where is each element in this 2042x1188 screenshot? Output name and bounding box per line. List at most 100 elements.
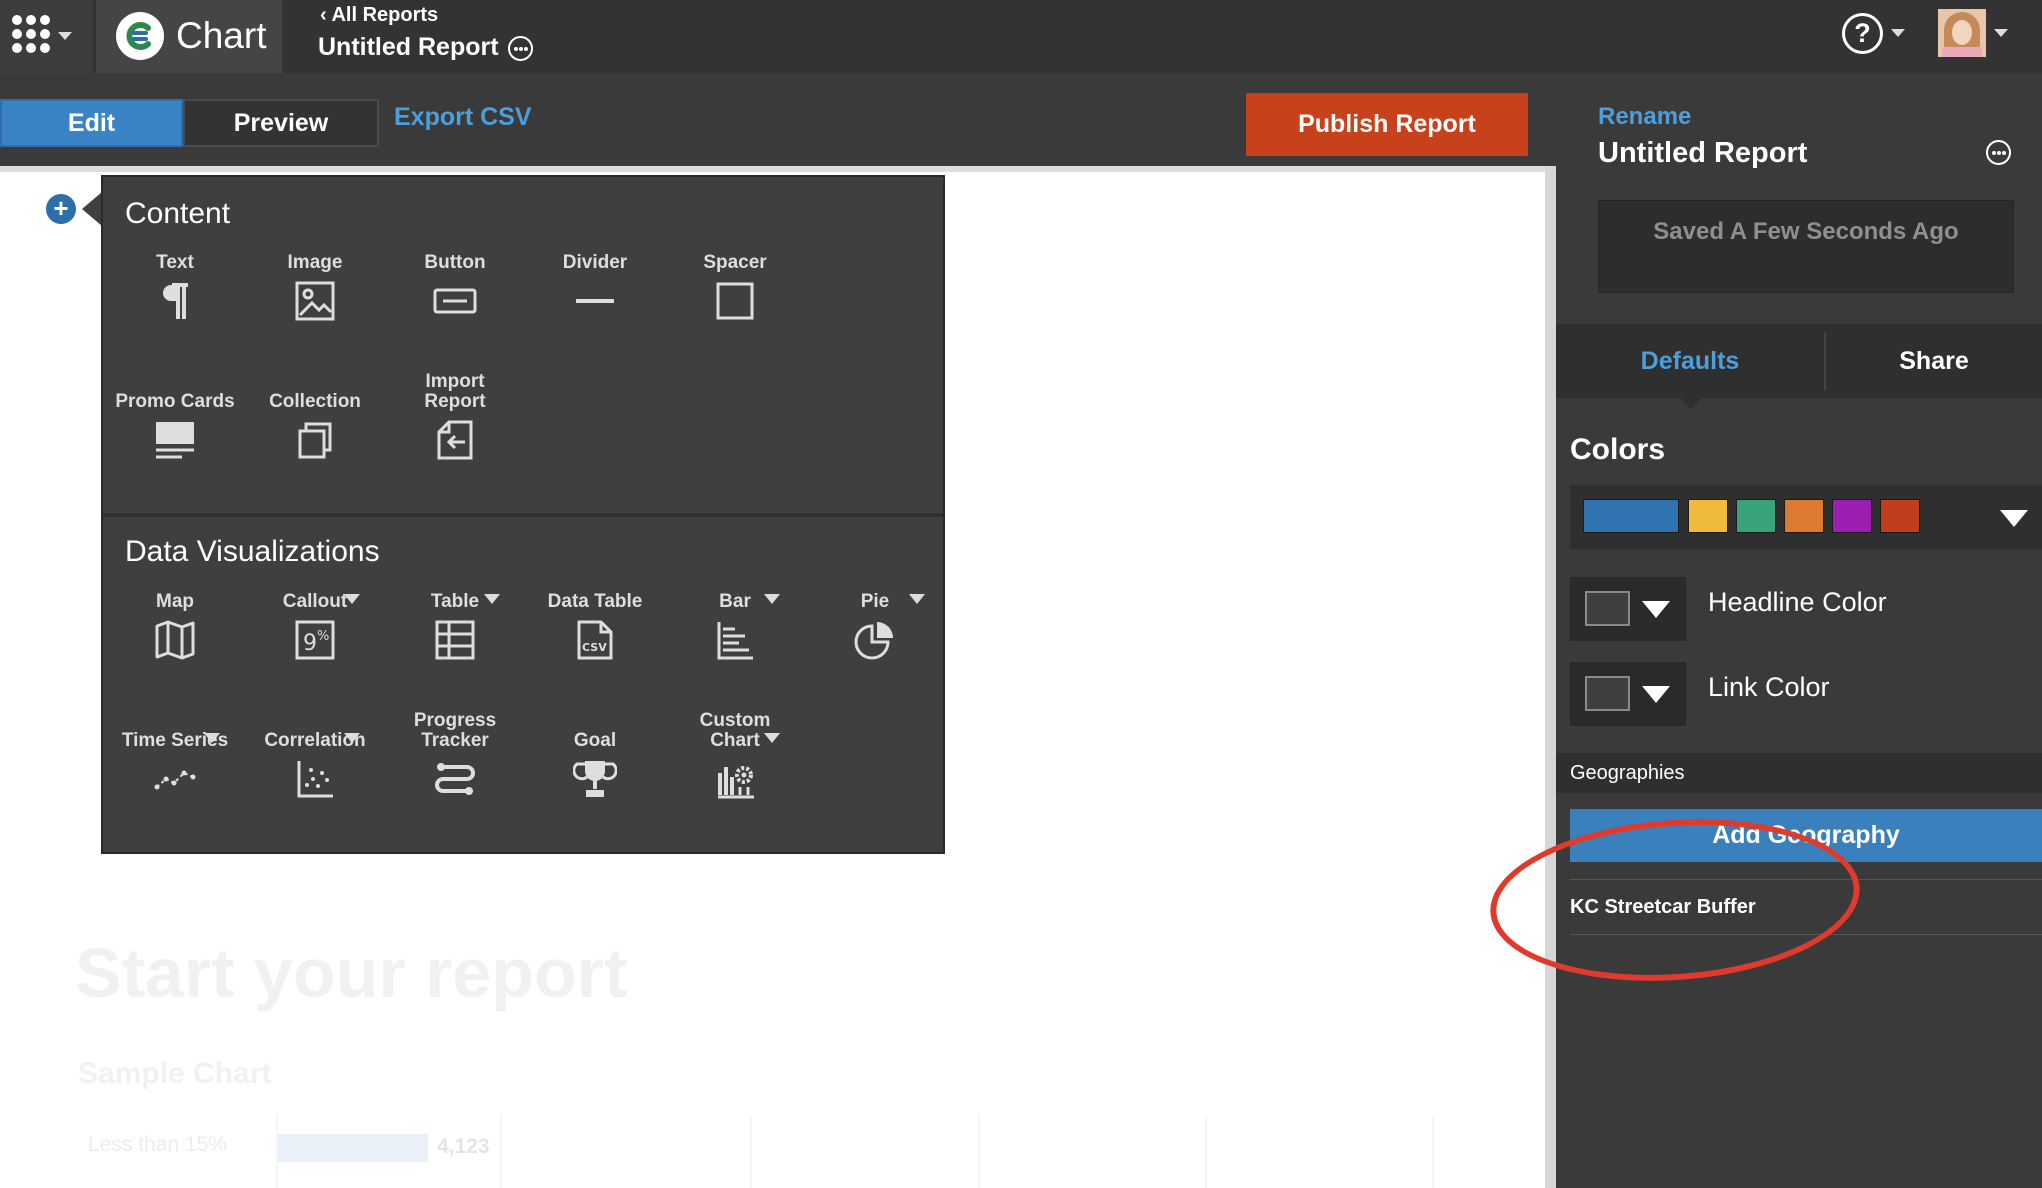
data-visualizations-heading: Data Visualizations: [125, 535, 380, 568]
tool-bar[interactable]: Bar: [675, 570, 795, 668]
publish-report-button[interactable]: Publish Report: [1246, 93, 1528, 156]
tool-label: Text: [156, 252, 194, 273]
tool-label: Promo Cards: [115, 391, 235, 412]
tool-label: Bar: [719, 591, 751, 612]
tab-defaults[interactable]: Defaults: [1556, 324, 1824, 398]
popover-pointer: [82, 192, 102, 226]
more-options-icon[interactable]: [1986, 140, 2011, 165]
tool-label: Image: [287, 252, 343, 273]
tool-label: Pie: [860, 591, 890, 612]
add-block-button[interactable]: +: [46, 194, 76, 224]
canvas-scrollbar[interactable]: [1545, 166, 1556, 1188]
bar-chart-icon: [675, 616, 795, 668]
tool-label: Custom Chart: [699, 710, 771, 751]
tool-label: Table: [430, 591, 480, 612]
tool-text[interactable]: Text: [115, 231, 235, 329]
placeholder-gridline: [276, 1115, 278, 1188]
placeholder-bar: [278, 1134, 428, 1162]
placeholder-title: Start your report: [75, 934, 628, 1012]
pie-chart-icon: [815, 616, 935, 668]
placeholder-subtitle: Sample Chart: [78, 1057, 272, 1090]
colors-heading: Colors: [1570, 433, 1666, 466]
scatter-icon: [255, 755, 375, 807]
settings-panel: Rename Untitled Report Saved A Few Secon…: [1556, 73, 2042, 1188]
breadcrumb-back-link[interactable]: ‹ All Reports: [320, 4, 438, 27]
tool-pie[interactable]: Pie: [815, 570, 935, 668]
promo-cards-icon: [115, 416, 235, 468]
palette-swatch: [1832, 499, 1872, 533]
panel-report-title: Untitled Report: [1598, 137, 1808, 169]
top-bar: Chart ‹ All Reports Untitled Report ?: [0, 0, 2042, 73]
geography-item[interactable]: KC Streetcar Buffer: [1570, 879, 2042, 935]
color-palette-select[interactable]: [1570, 485, 2042, 549]
palette-swatch: [1880, 499, 1920, 533]
tool-label: Goal: [573, 730, 617, 751]
tool-label: Collection: [269, 391, 361, 412]
tool-label: Map: [156, 591, 194, 612]
svg-text:9: 9: [303, 631, 317, 656]
chevron-down-icon[interactable]: [1891, 29, 1905, 37]
chevron-down-icon[interactable]: [484, 594, 500, 604]
geographies-heading: Geographies: [1556, 753, 2042, 793]
chevron-down-icon[interactable]: [344, 733, 360, 743]
time-series-icon: [115, 755, 235, 807]
tool-image[interactable]: Image: [255, 231, 375, 329]
tool-callout[interactable]: Callout 9%: [255, 570, 375, 668]
chevron-down-icon[interactable]: [2000, 510, 2028, 527]
tool-table[interactable]: Table: [395, 570, 515, 668]
placeholder-gridline: [1432, 1115, 1434, 1188]
export-csv-link[interactable]: Export CSV: [394, 103, 532, 132]
tab-share[interactable]: Share: [1826, 324, 2042, 398]
svg-text:CSV: CSV: [582, 641, 607, 654]
headline-color-picker[interactable]: [1570, 577, 1686, 641]
tool-import-report[interactable]: Import Report: [395, 370, 515, 468]
chevron-down-icon[interactable]: [764, 733, 780, 743]
avatar[interactable]: [1938, 9, 1986, 57]
brand-name: Chart: [176, 15, 267, 56]
link-color-picker[interactable]: [1570, 662, 1686, 726]
headline-color-label: Headline Color: [1708, 587, 1887, 617]
tool-time-series[interactable]: Time Series: [115, 709, 235, 807]
add-geography-button[interactable]: Add Geography: [1570, 809, 2042, 862]
content-heading: Content: [125, 197, 231, 230]
tool-map[interactable]: Map: [115, 570, 235, 668]
panel-tabs: Defaults Share: [1556, 324, 2042, 398]
more-options-icon[interactable]: [508, 36, 533, 61]
divider-icon: [535, 277, 655, 329]
tool-promo-cards[interactable]: Promo Cards: [115, 370, 235, 468]
chevron-down-icon[interactable]: [1994, 29, 2008, 37]
chevron-down-icon[interactable]: [764, 594, 780, 604]
rename-link[interactable]: Rename: [1598, 103, 1691, 131]
placeholder-gridline: [978, 1115, 980, 1188]
chevron-down-icon[interactable]: [344, 594, 360, 604]
placeholder-gridline: [750, 1115, 752, 1188]
brand[interactable]: Chart: [96, 0, 282, 73]
tool-data-table[interactable]: Data Table CSV: [535, 570, 655, 668]
tool-progress-tracker[interactable]: Progress Tracker: [395, 709, 515, 807]
preview-tab[interactable]: Preview: [183, 99, 379, 147]
help-icon[interactable]: ?: [1842, 13, 1883, 54]
section-divider: [103, 513, 943, 517]
map-icon: [115, 616, 235, 668]
edit-tab[interactable]: Edit: [0, 99, 183, 147]
import-report-icon: [395, 416, 515, 468]
tool-spacer[interactable]: Spacer: [675, 231, 795, 329]
tool-label: Time Series: [121, 730, 229, 751]
tool-button[interactable]: Button: [395, 231, 515, 329]
tool-correlation[interactable]: Correlation: [255, 709, 375, 807]
chevron-down-icon: [1642, 686, 1670, 703]
chevron-down-icon: [58, 32, 72, 40]
svg-text:%: %: [317, 629, 329, 644]
spacer-icon: [675, 277, 795, 329]
tool-collection[interactable]: Collection: [255, 370, 375, 468]
progress-tracker-icon: [395, 755, 515, 807]
chevron-down-icon[interactable]: [204, 733, 220, 743]
custom-chart-icon: [675, 755, 795, 807]
tool-divider[interactable]: Divider: [535, 231, 655, 329]
app-launcher-button[interactable]: [0, 0, 93, 73]
tool-custom-chart[interactable]: Custom Chart: [675, 709, 795, 807]
tool-label: Progress Tracker: [413, 710, 497, 751]
chevron-down-icon[interactable]: [909, 594, 925, 604]
color-swatch: [1585, 591, 1630, 626]
tool-goal[interactable]: Goal: [535, 709, 655, 807]
